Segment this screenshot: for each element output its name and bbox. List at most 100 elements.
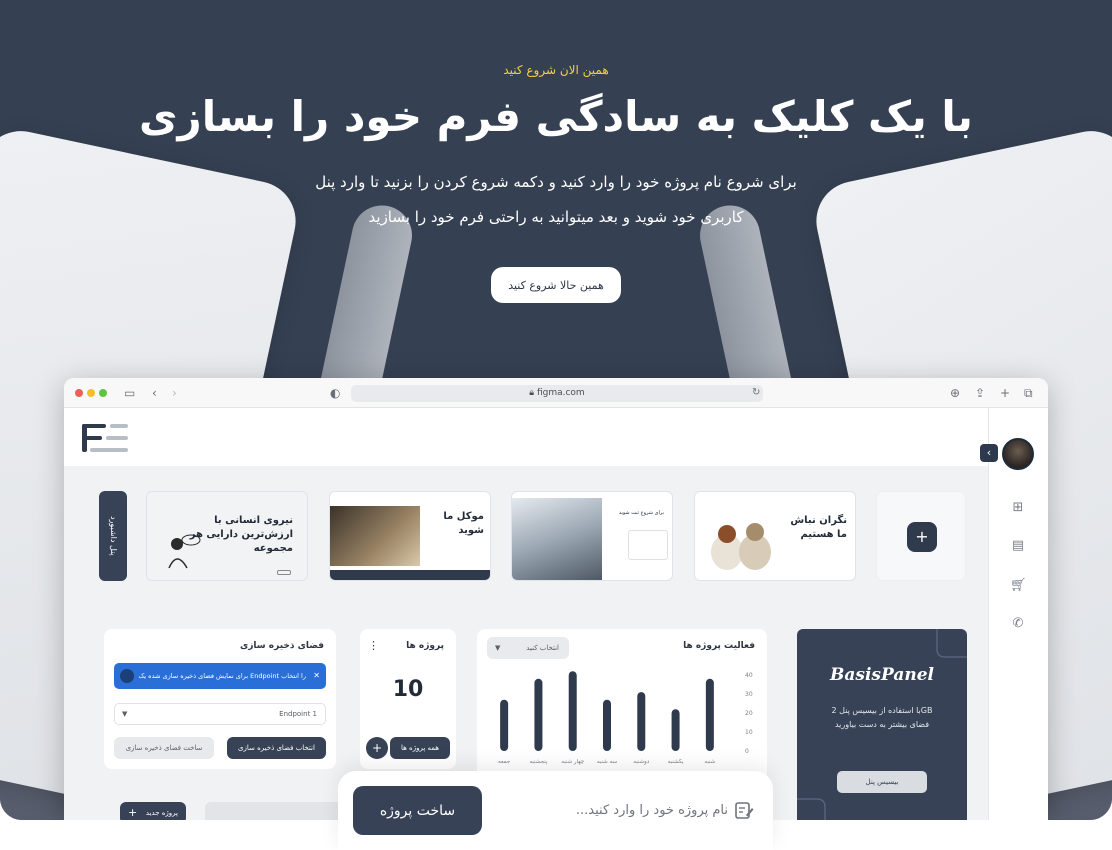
x-tick-label: شنبه: [704, 759, 715, 765]
shield-icon[interactable]: ◐: [330, 385, 340, 401]
x-tick-label: پنجشنبه: [529, 759, 547, 765]
forward-icon[interactable]: ›: [172, 385, 177, 401]
avatar[interactable]: [1002, 438, 1034, 470]
chart-bar: [671, 709, 680, 751]
add-template-card: +: [876, 491, 966, 581]
project-count: 10: [392, 677, 424, 702]
template-card-hr[interactable]: نیروی انسانی با ارزش‌ترین دارایی هر مجمو…: [146, 491, 308, 581]
x-tick-label: چهار شنبه: [561, 759, 584, 765]
x-tick-label: سه شنبه: [597, 759, 618, 765]
cart-icon[interactable]: 🛒︎: [1010, 578, 1027, 594]
hero-section: همین الان شروع کنید با یک کلیک به سادگی …: [0, 0, 1112, 820]
phone-icon[interactable]: ✆: [1010, 616, 1026, 632]
alert-text: برای نمایش فضای ذخیره سازی شده یک Endpoi…: [138, 672, 306, 706]
dashboard-canvas: پنل داشبورد نیروی انسانی با ارزش‌ترین دا…: [64, 466, 988, 820]
chart-bar: [705, 678, 714, 751]
chart-bar: [603, 699, 611, 751]
create-project-button[interactable]: ساخت پروژه: [353, 786, 482, 835]
app-topbar: [64, 408, 988, 466]
template-card-pets[interactable]: نگران نباش ما هستیم: [694, 491, 856, 581]
lawyer-photo: [330, 506, 420, 566]
chart-bar: [534, 678, 543, 751]
close-icon[interactable]: ✕: [313, 663, 320, 689]
activity-title: فعالیت پروژه ها: [683, 641, 755, 651]
basispanel-logo: BasisPanel: [830, 665, 934, 685]
document-icon[interactable]: ▤: [1010, 538, 1026, 554]
dashboard-grid-icon[interactable]: ⊞: [1010, 500, 1026, 516]
endpoint-select-value: Endpoint 1: [279, 710, 317, 718]
plus-icon: +: [128, 806, 138, 819]
hero-kicker: همین الان شروع کنید: [503, 63, 609, 77]
template-title: برای شروع ثبت شوید: [618, 510, 664, 516]
download-icon[interactable]: ⊕: [950, 385, 960, 401]
endpoint-alert: برای نمایش فضای ذخیره سازی شده یک Endpoi…: [114, 663, 326, 706]
chevron-down-icon: ▼: [495, 644, 501, 652]
browser-window: ▭ ‹ › ◐ 🔒︎ figma.com ↻ ⊕ ⇪ + ⧉ ‹ ⊞ ▤ 🛒︎ …: [64, 378, 1048, 820]
projects-panel: پروژه ها ⋮ 10 همه پروژه ها +: [360, 629, 456, 769]
basispanel-button[interactable]: بیسیس پنل: [837, 771, 927, 793]
maximize-window-dot[interactable]: [99, 389, 107, 397]
pin-icon: [120, 669, 134, 683]
x-tick-label: دوشنبه: [633, 759, 650, 765]
chart-bar: [500, 699, 509, 751]
browser-toolbar: ▭ ‹ › ◐ 🔒︎ figma.com ↻ ⊕ ⇪ + ⧉: [64, 378, 1048, 408]
more-options-icon[interactable]: ⋮: [368, 639, 379, 652]
dashboard-side-tab[interactable]: پنل داشبورد: [99, 491, 127, 581]
back-icon[interactable]: ‹: [152, 385, 157, 401]
building-photo: [512, 498, 602, 580]
right-rail: ‹ ⊞ ▤ 🛒︎ ✆: [980, 408, 1048, 820]
endpoint-select[interactable]: ▼ Endpoint 1: [114, 703, 326, 725]
y-tick-label: 20: [745, 710, 753, 717]
template-title: موکل ما شوید: [443, 511, 484, 536]
select-storage-button[interactable]: انتخاب فضای ذخیره سازی: [227, 737, 326, 759]
start-now-button[interactable]: همین حالا شروع کنید: [491, 267, 621, 303]
edit-document-icon: [735, 802, 754, 819]
reload-icon[interactable]: ↻: [752, 385, 760, 401]
new-tab-icon[interactable]: +: [1000, 385, 1010, 401]
share-icon[interactable]: ⇪: [975, 385, 985, 401]
storage-title: فضای ذخیره سازی: [239, 641, 324, 651]
hero-subtitle-line1: برای شروع نام پروژه خود را وارد کنید و د…: [315, 173, 797, 191]
activity-bar-chart: 0 10 20 30 40 شنبه یکشنبه دوشنبه سه شنبه چهار شنب…: [498, 671, 753, 765]
template-card-lawyer[interactable]: موکل ما شوید: [329, 491, 491, 581]
y-tick-label: 10: [745, 729, 753, 736]
chevron-down-icon: ▼: [122, 710, 128, 718]
period-select[interactable]: ▼ انتخاب کنید: [487, 637, 569, 659]
chart-bar: [637, 692, 646, 751]
create-storage-button[interactable]: ساخت فضای ذخیره سازی: [114, 737, 214, 759]
activity-panel: فعالیت پروژه ها ▼ انتخاب کنید 0 10 20 30 40 ش…: [477, 629, 767, 789]
address-bar[interactable]: 🔒︎ figma.com: [351, 385, 763, 402]
new-project-button[interactable]: + پروژه جدید: [120, 802, 186, 820]
create-project-bar: ساخت پروژه: [338, 771, 773, 850]
project-name-input[interactable]: [498, 795, 728, 825]
hero-title: با یک کلیک به سادگی فرم خود را بسازی: [139, 92, 973, 141]
promo-text-line1: با استفاده از بیسیس پنل 2GB: [831, 706, 933, 715]
project-search-field[interactable]: [205, 802, 345, 820]
close-window-dot[interactable]: [75, 389, 83, 397]
promo-text-line2: فضای بیشتر به دست بیاورید: [834, 720, 930, 729]
pets-photo: [711, 523, 771, 570]
y-tick-label: 0: [745, 748, 749, 755]
add-project-button[interactable]: +: [366, 737, 388, 759]
y-tick-label: 30: [745, 691, 753, 698]
x-tick-label: جمعه: [498, 759, 510, 765]
chart-bar: [568, 671, 577, 751]
lock-icon: 🔒︎: [529, 388, 537, 398]
period-select-value: انتخاب کنید: [526, 644, 559, 652]
minimize-window-dot[interactable]: [87, 389, 95, 397]
storage-panel: فضای ذخیره سازی برای نمایش فضای ذخیره سا…: [104, 629, 336, 769]
sidebar-toggle-icon[interactable]: ▭: [124, 385, 135, 401]
collapse-sidebar-button[interactable]: ‹: [980, 444, 998, 462]
app-logo[interactable]: [82, 424, 128, 452]
y-tick-label: 40: [745, 672, 753, 679]
all-projects-button[interactable]: همه پروژه ها: [390, 737, 450, 759]
add-template-button[interactable]: +: [907, 522, 937, 552]
url-text: figma.com: [536, 388, 585, 398]
tabs-overview-icon[interactable]: ⧉: [1024, 385, 1033, 401]
template-title: نگران نباش ما هستیم: [790, 515, 847, 540]
template-card-register[interactable]: برای شروع ثبت شوید: [511, 491, 673, 581]
hero-subtitle-line2: کاربری خود شوید و بعد میتوانید به راحتی …: [368, 208, 744, 226]
x-tick-label: یکشنبه: [668, 758, 684, 765]
projects-title: پروژه ها: [406, 641, 444, 651]
basispanel-promo: BasisPanel با استفاده از بیسیس پنل 2GB ف…: [797, 629, 967, 820]
